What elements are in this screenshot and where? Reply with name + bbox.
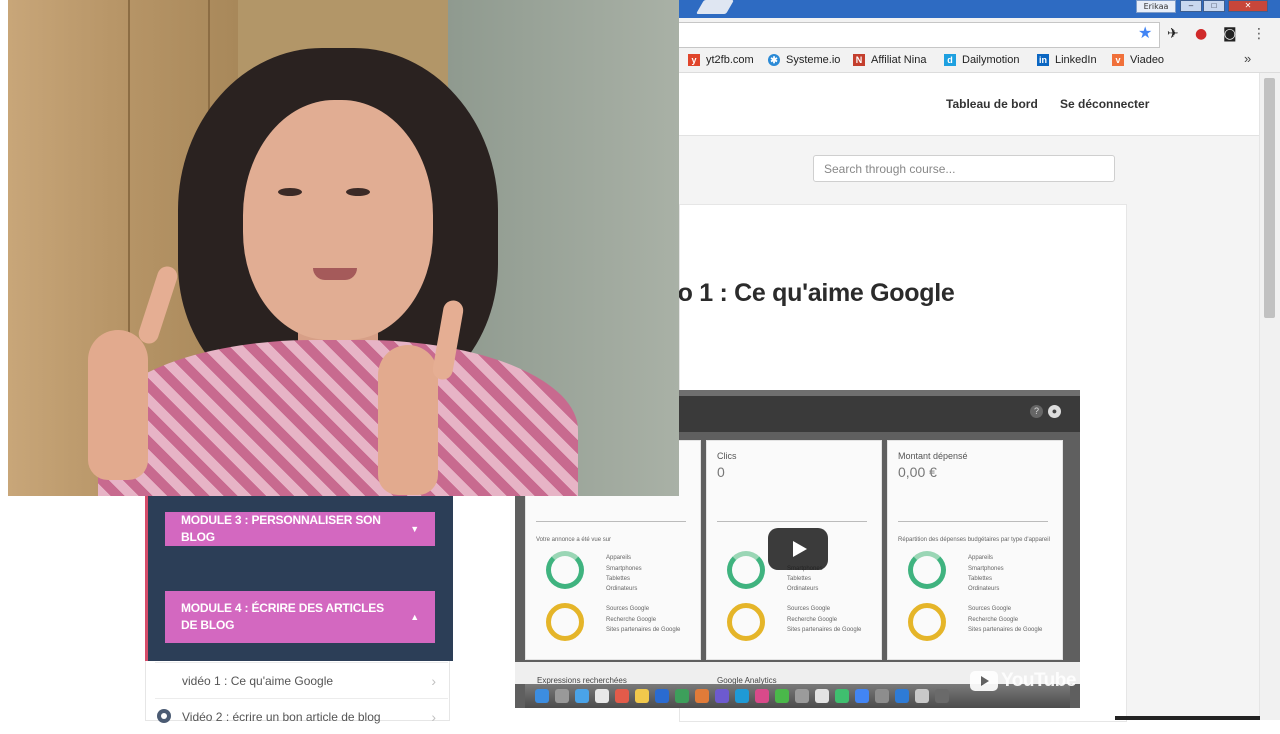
module-3-toggle[interactable]: MODULE 3 : PERSONNALISER SON BLOG ▼ bbox=[165, 512, 435, 546]
menu-icon[interactable]: ⋮ bbox=[1252, 25, 1266, 43]
webcam-person-face bbox=[243, 100, 433, 340]
dashboard-panel-spend: Montant dépensé 0,00 € Répartition des d… bbox=[887, 440, 1063, 660]
address-bar[interactable] bbox=[679, 22, 1160, 48]
youtube-play-icon bbox=[970, 671, 998, 691]
dailymotion-icon: d bbox=[944, 54, 956, 66]
dock-app-icon bbox=[715, 689, 729, 703]
course-search-input[interactable] bbox=[813, 155, 1115, 182]
page-bottom-edge bbox=[1115, 716, 1260, 720]
dock-app-icon bbox=[895, 689, 909, 703]
maximize-button[interactable]: □ bbox=[1203, 0, 1225, 12]
sources-donut bbox=[727, 603, 765, 641]
systeme-icon: ✱ bbox=[768, 54, 780, 66]
module-4-toggle[interactable]: MODULE 4 : ÉCRIRE DES ARTICLES DE BLOG ▲ bbox=[165, 591, 435, 643]
webcam-person-shirt bbox=[98, 340, 578, 496]
viadeo-icon: v bbox=[1112, 54, 1124, 66]
dock-app-icon bbox=[855, 689, 869, 703]
chevron-right-icon: › bbox=[431, 672, 436, 689]
airplane-extension-icon[interactable]: ✈ bbox=[1167, 25, 1179, 43]
yt2fb-icon: y bbox=[688, 54, 700, 66]
account-icon: ● bbox=[1048, 405, 1061, 418]
sources-donut bbox=[546, 603, 584, 641]
panel-chart bbox=[717, 489, 867, 522]
dock-app-icon bbox=[835, 689, 849, 703]
dock-app-icon bbox=[815, 689, 829, 703]
dock-app-icon bbox=[755, 689, 769, 703]
bookmark-linkedin[interactable]: in LinkedIn bbox=[1037, 51, 1097, 69]
dock-app-icon bbox=[695, 689, 709, 703]
bookmark-affiliat-nina[interactable]: N Affiliat Nina bbox=[853, 51, 926, 69]
bookmark-viadeo[interactable]: v Viadeo bbox=[1112, 51, 1164, 69]
nav-logout-link[interactable]: Se déconnecter bbox=[1060, 97, 1149, 111]
more-bookmarks-icon[interactable]: » bbox=[1244, 51, 1251, 66]
webcam-person-eye bbox=[346, 188, 370, 196]
nav-dashboard-link[interactable]: Tableau de bord bbox=[946, 97, 1038, 111]
sources-donut bbox=[908, 603, 946, 641]
dock-app-icon bbox=[875, 689, 889, 703]
dock-app-icon bbox=[735, 689, 749, 703]
play-icon bbox=[793, 541, 807, 557]
dock-app-icon bbox=[655, 689, 669, 703]
bookmark-dailymotion[interactable]: d Dailymotion bbox=[944, 51, 1019, 69]
bookmark-yt2fb[interactable]: y yt2fb.com bbox=[688, 51, 754, 69]
chevron-down-icon: ▼ bbox=[410, 524, 419, 534]
close-window-button[interactable]: ✕ bbox=[1228, 0, 1268, 12]
devices-donut bbox=[727, 551, 765, 589]
dock-app-icon bbox=[575, 689, 589, 703]
lesson-status-icon bbox=[157, 709, 171, 723]
devices-donut bbox=[546, 551, 584, 589]
youtube-logo[interactable]: YouTube bbox=[970, 670, 1076, 692]
dock-app-icon bbox=[795, 689, 809, 703]
bookmark-star-icon[interactable]: ★ bbox=[1138, 24, 1152, 44]
lesson-item-video-1[interactable]: vidéo 1 : Ce qu'aime Google › bbox=[155, 662, 448, 698]
minimize-button[interactable]: – bbox=[1180, 0, 1202, 12]
bookmark-systeme[interactable]: ✱ Systeme.io bbox=[768, 51, 840, 69]
dock-app-icon bbox=[675, 689, 689, 703]
affiliat-icon: N bbox=[853, 54, 865, 66]
pinterest-extension-icon[interactable]: ● bbox=[1195, 25, 1207, 43]
devices-donut bbox=[908, 551, 946, 589]
webcam-overlay bbox=[8, 0, 679, 496]
help-icon: ? bbox=[1030, 405, 1043, 418]
chevron-right-icon: › bbox=[431, 708, 436, 725]
dock-app-icon bbox=[775, 689, 789, 703]
webcam-person-mouth bbox=[313, 268, 357, 280]
dock-app-icon bbox=[615, 689, 629, 703]
linkedin-icon: in bbox=[1037, 54, 1049, 66]
dock-app-icon bbox=[555, 689, 569, 703]
dock-app-icon bbox=[595, 689, 609, 703]
panel-chart bbox=[898, 489, 1048, 522]
mask-extension-icon[interactable]: ◙ bbox=[1223, 25, 1237, 43]
dock-app-icon bbox=[535, 689, 549, 703]
webcam-person-hand bbox=[378, 345, 438, 495]
dock-app-icon bbox=[935, 689, 949, 703]
lesson-item-video-2[interactable]: Vidéo 2 : écrire un bon article de blog … bbox=[155, 698, 448, 734]
dock-app-icon bbox=[915, 689, 929, 703]
lesson-title: éo 1 : Ce qu'aime Google bbox=[664, 279, 955, 307]
dock-app-icon bbox=[635, 689, 649, 703]
sidebar-accent-bar bbox=[145, 496, 148, 661]
webcam-person-hand bbox=[88, 330, 148, 480]
scrollbar-thumb[interactable] bbox=[1264, 78, 1275, 318]
chevron-up-icon: ▲ bbox=[410, 612, 419, 622]
profile-badge[interactable]: Erikaa bbox=[1136, 0, 1176, 13]
webcam-person-eye bbox=[278, 188, 302, 196]
video-dashboard-header bbox=[679, 396, 1080, 432]
